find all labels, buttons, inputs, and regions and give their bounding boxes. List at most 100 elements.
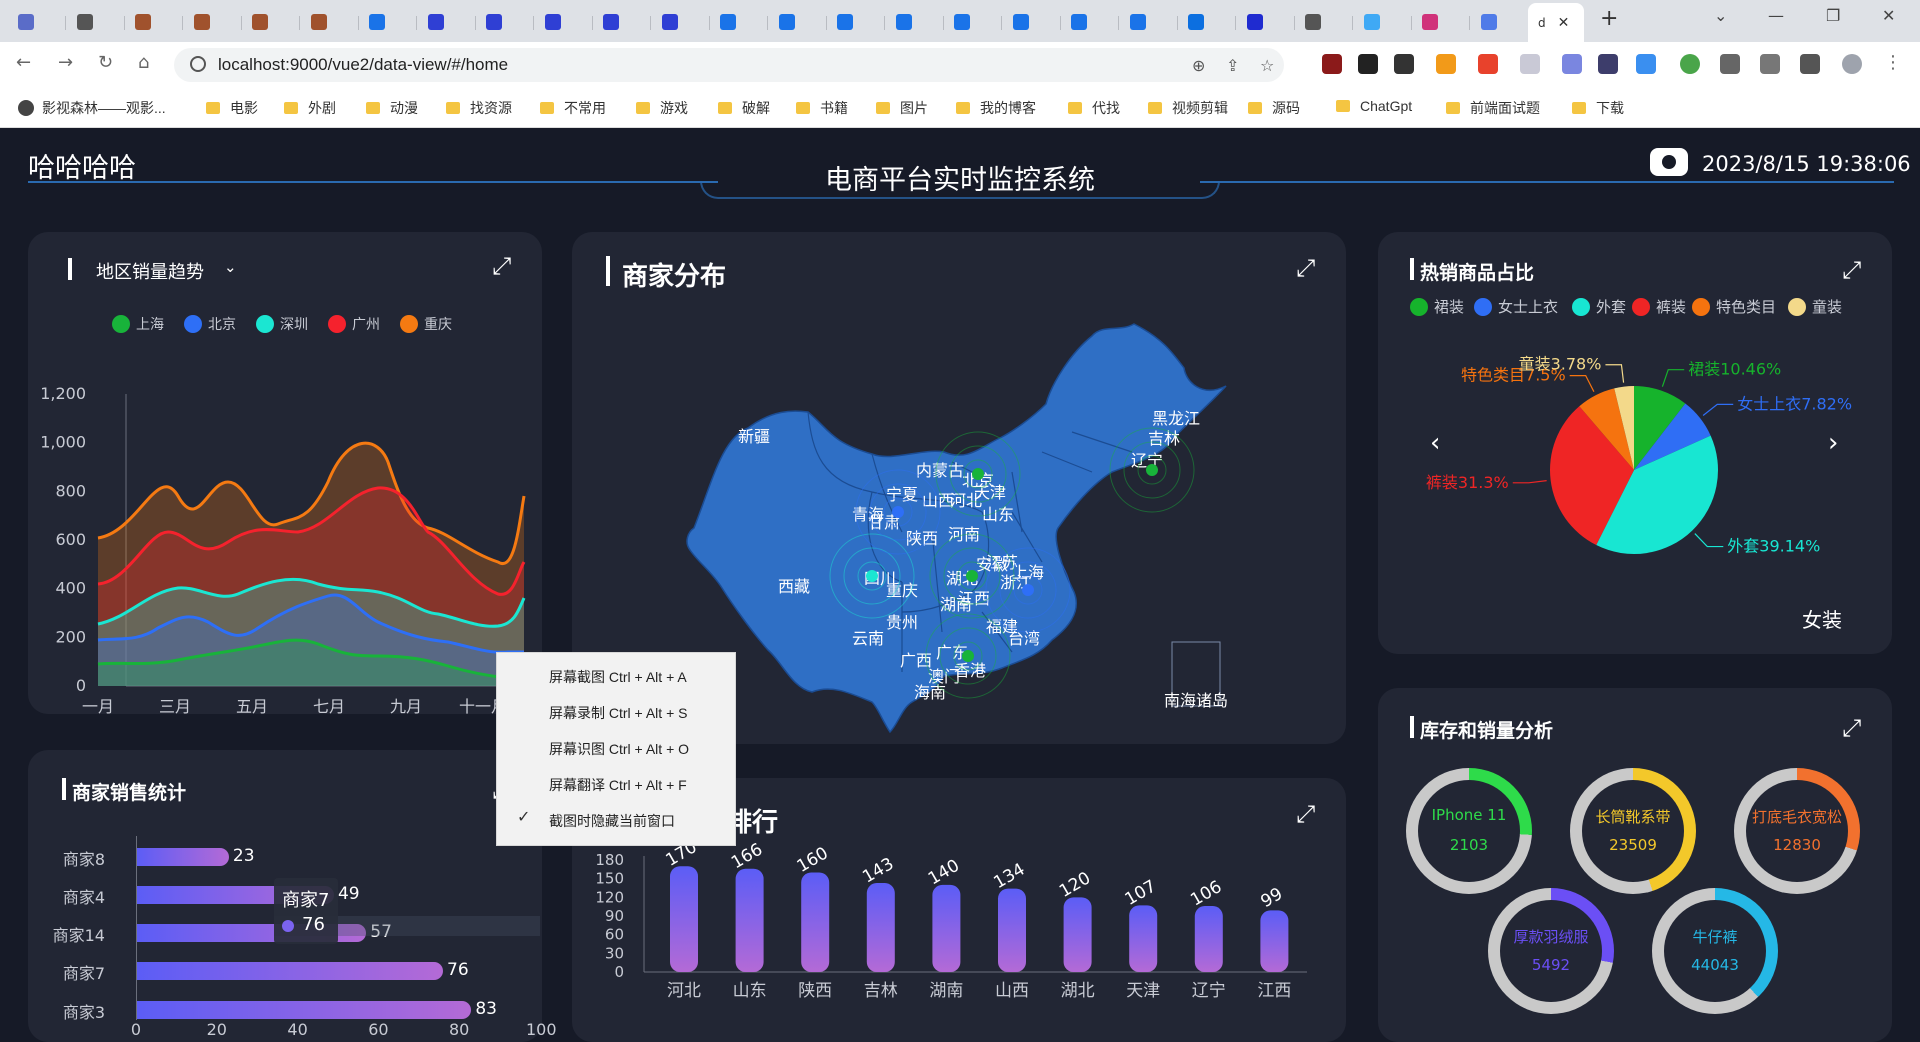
browser-tab[interactable] <box>1237 8 1295 36</box>
media-icon[interactable] <box>1760 54 1780 74</box>
close-tab-icon[interactable]: ✕ <box>1558 15 1570 31</box>
maximize-button[interactable]: ❐ <box>1826 6 1840 25</box>
bookmark-item[interactable]: 图片 <box>876 98 928 118</box>
merchant-point[interactable] <box>1146 464 1158 476</box>
browser-tab[interactable] <box>67 8 125 36</box>
close-window-button[interactable]: ✕ <box>1882 6 1895 25</box>
browser-tab[interactable] <box>1003 8 1061 36</box>
bookmark-item[interactable]: 源码 <box>1248 98 1300 118</box>
extension-icon[interactable] <box>1680 54 1700 74</box>
browser-tab[interactable] <box>1295 8 1353 36</box>
bookmark-item[interactable]: 影视森林——观影... <box>18 98 166 118</box>
stock-ring[interactable]: 牛仔裤 44043 <box>1652 888 1778 1014</box>
bookmark-item[interactable]: ChatGpt <box>1336 98 1412 114</box>
context-menu-item[interactable]: 截图时隐藏当前窗口 <box>549 811 675 831</box>
menu-icon[interactable]: ⋮ <box>1884 52 1902 73</box>
bookmark-item[interactable]: 游戏 <box>636 98 688 118</box>
browser-tab[interactable] <box>652 8 710 36</box>
forward-button[interactable]: → <box>58 52 73 73</box>
extension-icon[interactable] <box>1358 54 1378 74</box>
browser-tab[interactable] <box>476 8 534 36</box>
share-icon[interactable]: ⇪ <box>1226 56 1239 75</box>
site-info-icon[interactable] <box>190 56 206 72</box>
zoom-icon[interactable]: ⊕ <box>1192 56 1205 75</box>
side-panel-icon[interactable] <box>1800 54 1820 74</box>
browser-tab[interactable] <box>769 8 827 36</box>
context-menu-item[interactable]: 屏幕识图 Ctrl + Alt + O <box>549 739 689 759</box>
rank-bar[interactable] <box>801 872 830 972</box>
stock-ring[interactable]: IPhone 11 2103 <box>1406 768 1532 894</box>
merchant-point[interactable] <box>892 506 904 518</box>
stock-ring[interactable]: 长筒靴系带 23509 <box>1570 768 1696 894</box>
minimize-button[interactable]: — <box>1768 6 1784 25</box>
puzzle-icon[interactable] <box>1720 54 1740 74</box>
rank-bar[interactable] <box>1260 910 1289 972</box>
reload-button[interactable]: ↻ <box>98 52 113 73</box>
browser-tab[interactable] <box>886 8 944 36</box>
rank-bar[interactable] <box>1194 906 1223 972</box>
rank-bar[interactable] <box>932 884 961 972</box>
browser-tab[interactable] <box>944 8 1002 36</box>
active-tab[interactable]: d ✕ <box>1528 3 1584 42</box>
bookmark-item[interactable]: 我的博客 <box>956 98 1036 118</box>
bookmark-item[interactable]: 不常用 <box>540 98 606 118</box>
rank-bar[interactable] <box>866 883 895 972</box>
rank-bar[interactable] <box>1063 897 1092 972</box>
browser-tab[interactable] <box>1178 8 1236 36</box>
stock-ring[interactable]: 厚款羽绒服 5492 <box>1488 888 1614 1014</box>
bookmark-item[interactable]: 视频剪辑 <box>1148 98 1228 118</box>
back-button[interactable]: ← <box>16 52 31 73</box>
merchant-point[interactable] <box>966 570 978 582</box>
extension-icon[interactable] <box>1562 54 1582 74</box>
play-extension-icon[interactable] <box>1394 54 1414 74</box>
browser-tab[interactable] <box>1120 8 1178 36</box>
browser-tab[interactable] <box>125 8 183 36</box>
browser-tab[interactable] <box>8 8 66 36</box>
browser-tab[interactable] <box>1471 8 1529 36</box>
next-category-button[interactable]: › <box>1828 428 1838 458</box>
bookmark-item[interactable]: 书籍 <box>796 98 848 118</box>
bookmark-item[interactable]: 外剧 <box>284 98 336 118</box>
browser-tab[interactable] <box>418 8 476 36</box>
address-bar[interactable]: localhost:9000/vue2/data-view/#/home ⊕ ⇪… <box>174 48 1284 82</box>
bookmark-item[interactable]: 找资源 <box>446 98 512 118</box>
browser-tab[interactable] <box>1061 8 1119 36</box>
bookmark-item[interactable]: 前端面试题 <box>1446 98 1540 118</box>
rank-bar[interactable] <box>1129 905 1158 972</box>
context-menu-item[interactable]: 屏幕录制 Ctrl + Alt + S <box>549 703 687 723</box>
translate-extension-icon[interactable] <box>1636 54 1656 74</box>
rank-bar[interactable] <box>670 866 698 972</box>
browser-tab[interactable] <box>1354 8 1412 36</box>
merchant-point[interactable] <box>866 570 878 582</box>
prev-category-button[interactable]: ‹ <box>1430 428 1440 458</box>
ublock-extension-icon[interactable] <box>1322 54 1342 74</box>
browser-tab[interactable] <box>359 8 417 36</box>
bookmark-item[interactable]: 电影 <box>206 98 258 118</box>
browser-tab[interactable] <box>535 8 593 36</box>
browser-tab[interactable] <box>301 8 359 36</box>
home-button[interactable]: ⌂ <box>138 52 149 73</box>
merchant-point[interactable] <box>962 650 974 662</box>
tab-search-icon[interactable]: ⌄ <box>1714 6 1727 25</box>
bookmark-item[interactable]: 动漫 <box>366 98 418 118</box>
browser-tab[interactable] <box>242 8 300 36</box>
rank-bar[interactable] <box>735 868 764 972</box>
merchant-point[interactable] <box>972 468 984 480</box>
ia-extension-icon[interactable] <box>1598 54 1618 74</box>
theme-switch-icon[interactable] <box>1650 148 1688 176</box>
new-tab-button[interactable]: + <box>1600 6 1618 31</box>
browser-tab[interactable] <box>710 8 768 36</box>
browser-tab[interactable] <box>1412 8 1470 36</box>
bookmark-item[interactable]: 破解 <box>718 98 770 118</box>
merchant-point[interactable] <box>1022 584 1034 596</box>
browser-tab[interactable] <box>827 8 885 36</box>
context-menu-item[interactable]: 屏幕截图 Ctrl + Alt + A <box>549 667 687 687</box>
stock-ring[interactable]: 打底毛衣宽松 12830 <box>1734 768 1860 894</box>
url-text[interactable]: localhost:9000/vue2/data-view/#/home <box>218 55 508 75</box>
extension-icon[interactable] <box>1520 54 1540 74</box>
rank-bar[interactable] <box>998 888 1026 972</box>
browser-tab[interactable] <box>184 8 242 36</box>
browser-tab[interactable] <box>593 8 651 36</box>
off-extension-icon[interactable] <box>1478 54 1498 74</box>
extension-icon[interactable] <box>1436 54 1456 74</box>
